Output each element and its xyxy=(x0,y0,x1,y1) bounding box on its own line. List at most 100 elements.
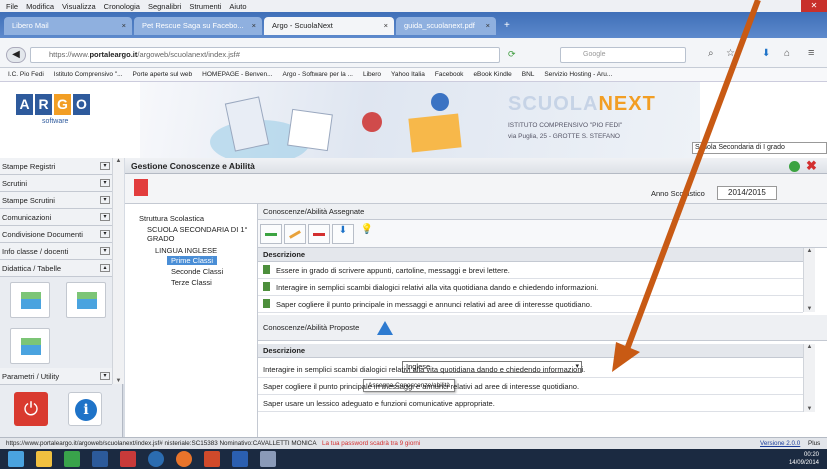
sidebar-item-scrutini[interactable]: Scrutini ▾ xyxy=(0,175,112,192)
table-row[interactable]: Essere in grado di scrivere appunti, car… xyxy=(258,262,803,279)
chevron-down-icon[interactable]: ▾ xyxy=(100,213,110,221)
chevron-down-icon[interactable]: ▾ xyxy=(100,372,110,380)
chevron-up-icon[interactable]: ▴ xyxy=(100,264,110,272)
add-button[interactable] xyxy=(260,224,282,244)
table-row[interactable]: Saper usare un lessico adeguato e funzio… xyxy=(258,395,803,412)
bookmark-item[interactable]: HOMEPAGE - Benven... xyxy=(202,71,272,78)
power-logout-button[interactable]: ⏻ xyxy=(14,392,48,426)
bookmark-item[interactable]: Facebook xyxy=(435,71,464,78)
sidebar-item-stampe-registri[interactable]: Stampe Registri ▾ xyxy=(0,158,112,175)
tab-pet-rescue[interactable]: Pet Rescue Saga su Facebo... × xyxy=(134,17,262,35)
anno-spinner[interactable]: 2014/2015 xyxy=(717,186,777,200)
bookmark-item[interactable]: Libero xyxy=(363,71,381,78)
programmazione-tool-icon[interactable] xyxy=(66,282,106,318)
chevron-up-icon[interactable]: ▲ xyxy=(113,158,124,164)
store-icon[interactable] xyxy=(64,451,80,467)
chevron-down-icon[interactable]: ▾ xyxy=(100,162,110,170)
bookmark-item[interactable]: I.C. Pio Fedi xyxy=(8,71,44,78)
home-icon[interactable]: ⌂ xyxy=(784,48,790,59)
system-clock[interactable]: 00:20 14/09/2014 xyxy=(789,451,819,467)
search-icon[interactable]: ⌕ xyxy=(708,48,714,59)
tree-school[interactable]: SCUOLA SECONDARIA DI 1° xyxy=(147,225,248,234)
school-type-select[interactable]: Scuola Secondaria di I grado xyxy=(692,142,827,154)
table-row[interactable]: Interagire in semplici scambi dialogici … xyxy=(258,361,803,378)
chevron-down-icon[interactable]: ▾ xyxy=(100,247,110,255)
new-tab-button[interactable]: + xyxy=(500,17,520,35)
bookmark-item[interactable]: Argo - Software per la ... xyxy=(283,71,353,78)
windows-start-icon[interactable] xyxy=(8,451,24,467)
bookmark-item[interactable]: eBook Kindle xyxy=(473,71,511,78)
close-tab-icon[interactable]: × xyxy=(486,17,490,35)
file-explorer-icon[interactable] xyxy=(36,451,52,467)
reload-icon[interactable]: ⟳ xyxy=(508,49,516,60)
menu-file[interactable]: File xyxy=(6,2,18,11)
table-row[interactable]: Saper cogliere il punto principale in me… xyxy=(258,378,803,395)
tab-argo-scuolanext[interactable]: Argo - ScuolaNext × xyxy=(264,17,394,35)
chevron-down-icon[interactable]: ▾ xyxy=(100,230,110,238)
bookmark-item[interactable]: Servizio Hosting - Aru... xyxy=(544,71,612,78)
exit-icon[interactable] xyxy=(134,179,148,196)
chevron-down-icon[interactable]: ▼ xyxy=(804,306,815,312)
chevron-down-icon[interactable]: ▾ xyxy=(100,179,110,187)
menu-icon[interactable]: ≡ xyxy=(808,47,814,59)
version-link[interactable]: Versione 2.0.0 xyxy=(760,438,800,449)
menu-cronologia[interactable]: Cronologia xyxy=(104,2,140,11)
bookmark-star-icon[interactable]: ☆ xyxy=(726,48,735,59)
tree-root[interactable]: Struttura Scolastica xyxy=(139,214,204,223)
back-button[interactable]: ◀ xyxy=(6,47,26,63)
conoscenze-tool-icon[interactable] xyxy=(10,282,50,318)
sidebar-item-condivisione[interactable]: Condivisione Documenti ▾ xyxy=(0,226,112,243)
firefox-icon[interactable] xyxy=(176,451,192,467)
proposed-scrollbar[interactable]: ▲ ▼ xyxy=(803,344,815,412)
powerpoint-icon[interactable] xyxy=(204,451,220,467)
hint-button[interactable]: 💡 xyxy=(356,224,378,244)
media-icon[interactable] xyxy=(120,451,136,467)
close-window-button[interactable]: ✕ xyxy=(801,0,827,12)
download-icon[interactable]: ⬇ xyxy=(762,48,770,59)
tab-libero-mail[interactable]: Libero Mail × xyxy=(4,17,132,35)
assigned-scrollbar[interactable]: ▲ ▼ xyxy=(803,248,815,312)
sidebar-item-didattica[interactable]: Didattica / Tabelle ▴ xyxy=(0,260,112,277)
bookmark-item[interactable]: Istituto Comprensivo "... xyxy=(54,71,123,78)
sidebar-item-comunicazioni[interactable]: Comunicazioni ▾ xyxy=(0,209,112,226)
tab-guida-pdf[interactable]: guida_scuolanext.pdf × xyxy=(396,17,496,35)
registro-tool-icon[interactable] xyxy=(10,328,50,364)
bookmark-item[interactable]: Yahoo Italia xyxy=(391,71,425,78)
confirm-icon[interactable] xyxy=(789,161,800,172)
bookmark-item[interactable]: BNL xyxy=(522,71,535,78)
close-tab-icon[interactable]: × xyxy=(122,17,126,35)
chevron-down-icon[interactable]: ▼ xyxy=(804,406,815,412)
menu-segnalibri[interactable]: Segnalibri xyxy=(148,2,181,11)
search-input[interactable]: Google xyxy=(560,47,686,63)
chevron-up-icon[interactable]: ▲ xyxy=(804,248,815,254)
menu-aiuto[interactable]: Aiuto xyxy=(229,2,246,11)
close-tab-icon[interactable]: × xyxy=(384,17,388,35)
sidebar-item-stampe-scrutini[interactable]: Stampe Scrutini ▾ xyxy=(0,192,112,209)
sidebar-item-info-classe[interactable]: Info classe / docenti ▾ xyxy=(0,243,112,260)
menu-strumenti[interactable]: Strumenti xyxy=(189,2,221,11)
table-row[interactable]: Saper cogliere il punto principale in me… xyxy=(258,296,803,313)
tree-class-terze[interactable]: Terze Classi xyxy=(171,278,212,287)
sidebar-item-parametri[interactable]: Parametri / Utility ▾ xyxy=(0,368,112,385)
sidebar-scrollbar[interactable]: ▲ ▼ xyxy=(112,158,124,384)
tree-class-prime[interactable]: Prime Classi xyxy=(167,256,218,265)
chevron-up-icon[interactable]: ▲ xyxy=(804,344,815,350)
tree-subject[interactable]: LINGUA INGLESE xyxy=(155,246,217,255)
menu-modifica[interactable]: Modifica xyxy=(26,2,54,11)
move-down-button[interactable]: ⬇ xyxy=(332,224,354,244)
paint-icon[interactable] xyxy=(260,451,276,467)
remove-button[interactable] xyxy=(308,224,330,244)
close-icon[interactable]: ✖ xyxy=(806,159,817,172)
chevron-down-icon[interactable]: ▼ xyxy=(113,378,124,384)
word-icon[interactable] xyxy=(232,451,248,467)
table-row[interactable]: Interagire in semplici scambi dialogici … xyxy=(258,279,803,296)
close-tab-icon[interactable]: × xyxy=(252,17,256,35)
menu-visualizza[interactable]: Visualizza xyxy=(62,2,96,11)
edit-button[interactable] xyxy=(284,224,306,244)
info-button[interactable]: i xyxy=(68,392,102,426)
bookmark-item[interactable]: Porte aperte sul web xyxy=(133,71,193,78)
url-field[interactable]: https://www.portaleargo.it/argoweb/scuol… xyxy=(30,47,500,63)
tree-class-seconde[interactable]: Seconde Classi xyxy=(171,267,223,276)
assign-triangle-icon[interactable] xyxy=(376,320,394,336)
chevron-down-icon[interactable]: ▾ xyxy=(100,196,110,204)
